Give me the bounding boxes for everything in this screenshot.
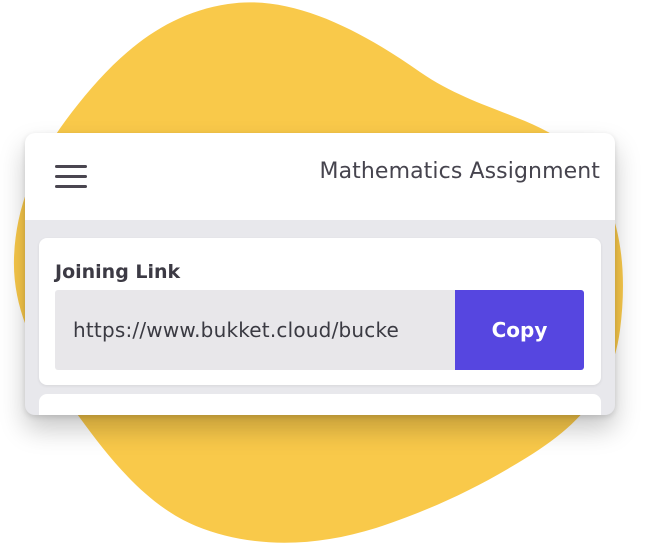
- page-title: Mathematics Assignment: [319, 159, 600, 184]
- menu-line: [55, 175, 87, 178]
- menu-line: [55, 165, 87, 168]
- joining-link-field[interactable]: https://www.bukket.cloud/bucke: [55, 290, 455, 370]
- menu-line: [55, 185, 87, 188]
- app-header: Mathematics Assignment: [25, 133, 615, 220]
- hamburger-menu-icon[interactable]: [51, 161, 89, 193]
- app-card: Mathematics Assignment Joining Link http…: [25, 133, 615, 415]
- joining-link-label: Joining Link: [55, 261, 181, 283]
- joining-link-panel: Joining Link https://www.bukket.cloud/bu…: [39, 238, 601, 385]
- joining-link-url: https://www.bukket.cloud/bucke: [73, 318, 400, 342]
- copy-button[interactable]: Copy: [455, 290, 584, 370]
- stage: Mathematics Assignment Joining Link http…: [0, 0, 650, 549]
- next-panel: [39, 394, 601, 415]
